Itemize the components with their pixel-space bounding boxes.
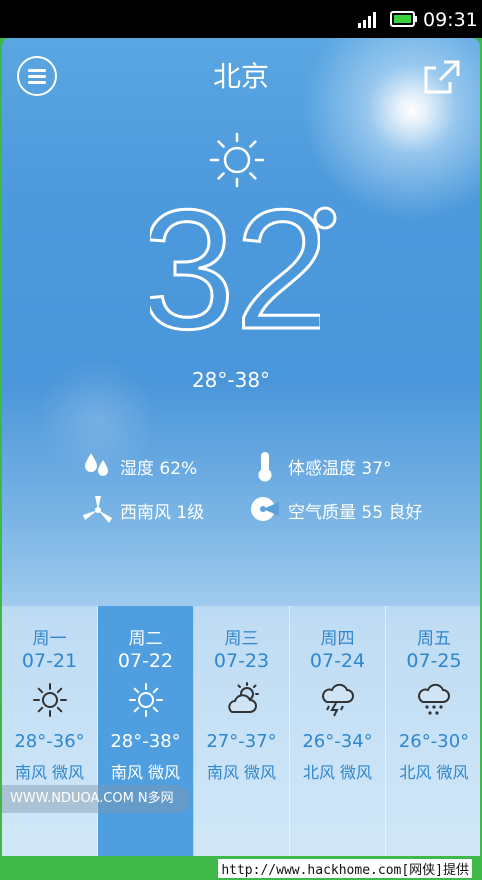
city-title[interactable]: 北京 (2, 55, 480, 95)
forecast-wind: 南风 微风 (206, 763, 277, 782)
air-quality-text: 空气质量 55 良好 (288, 503, 423, 523)
forecast-strip: 周一 07-21 28°-36° 南风 微风 周二 07-22 28°-38° … (2, 606, 480, 856)
status-bar: 09:31 (0, 0, 482, 38)
watermark: WWW.NDUOA.COM N多网 (2, 785, 190, 813)
current-temperature: 32 (150, 200, 320, 338)
forecast-temp-range: 28°-36° (14, 731, 85, 752)
battery-icon (390, 11, 417, 27)
forecast-temp-range: 26°-30° (398, 731, 470, 752)
partly-cloudy-icon (228, 682, 259, 713)
forecast-weekday: 周五 (417, 629, 451, 649)
footer-credit: http://www.hackhome.com[网侠]提供 (218, 859, 472, 878)
sun-icon (33, 683, 67, 717)
sun-icon (129, 683, 163, 717)
degree-symbol (313, 206, 337, 230)
today-temperature-range: 28°-38° (191, 368, 271, 392)
sun-icon (209, 132, 265, 188)
forecast-date: 07-23 (213, 650, 270, 672)
share-icon[interactable] (422, 58, 462, 96)
forecast-day[interactable]: 周四 07-24 26°-34° 北风 微风 (290, 606, 386, 856)
rain-icon (418, 683, 450, 715)
humidity-icon (85, 453, 108, 476)
forecast-date: 07-24 (309, 650, 366, 672)
forecast-weekday: 周一 (32, 629, 67, 649)
feels-like-text: 体感温度 37° (288, 459, 392, 479)
feels-like-detail: 体感温度 37° (250, 450, 460, 482)
forecast-temp-range: 27°-37° (206, 731, 277, 752)
forecast-day[interactable]: 周三 07-23 27°-37° 南风 微风 (194, 606, 290, 856)
signal-icon (358, 12, 376, 28)
forecast-wind: 北风 微风 (399, 763, 469, 782)
forecast-wind: 北风 微风 (302, 763, 373, 782)
wind-text: 西南风 1级 (120, 503, 205, 523)
forecast-weekday: 周三 (224, 629, 259, 649)
forecast-day-selected[interactable]: 周二 07-22 28°-38° 南风 微风 (98, 606, 194, 856)
forecast-wind: 南风 微风 (14, 763, 85, 782)
forecast-temp-range: 26°-34° (302, 731, 373, 752)
weather-screen: 北京 32 28°-38° 湿度 62% 体感温度 37° 西南风 1级 空气质… (2, 38, 480, 856)
air-quality-detail: 空气质量 55 良好 (250, 494, 470, 524)
forecast-weekday: 周二 (128, 629, 163, 649)
thermometer-icon (258, 452, 272, 482)
forecast-date: 07-25 (406, 650, 462, 672)
wind-turbine-icon (83, 496, 112, 523)
forecast-temp-range: 28°-38° (110, 731, 181, 752)
forecast-weekday: 周四 (320, 629, 355, 649)
wind-detail: 西南风 1级 (82, 494, 242, 524)
humidity-text: 湿度 62% (120, 459, 198, 479)
air-quality-icon (251, 497, 279, 521)
humidity-detail: 湿度 62% (82, 450, 242, 480)
footer-bar: http://www.hackhome.com[网侠]提供 (0, 856, 482, 880)
status-time: 09:31 (423, 9, 478, 31)
thunderstorm-icon (322, 683, 354, 717)
forecast-date: 07-22 (117, 650, 174, 672)
forecast-wind: 南风 微风 (110, 763, 181, 782)
svg-text:32: 32 (150, 200, 320, 338)
forecast-date: 07-21 (21, 650, 78, 672)
forecast-day[interactable]: 周一 07-21 28°-36° 南风 微风 (2, 606, 98, 856)
forecast-day[interactable]: 周五 07-25 26°-30° 北风 微风 (386, 606, 480, 856)
